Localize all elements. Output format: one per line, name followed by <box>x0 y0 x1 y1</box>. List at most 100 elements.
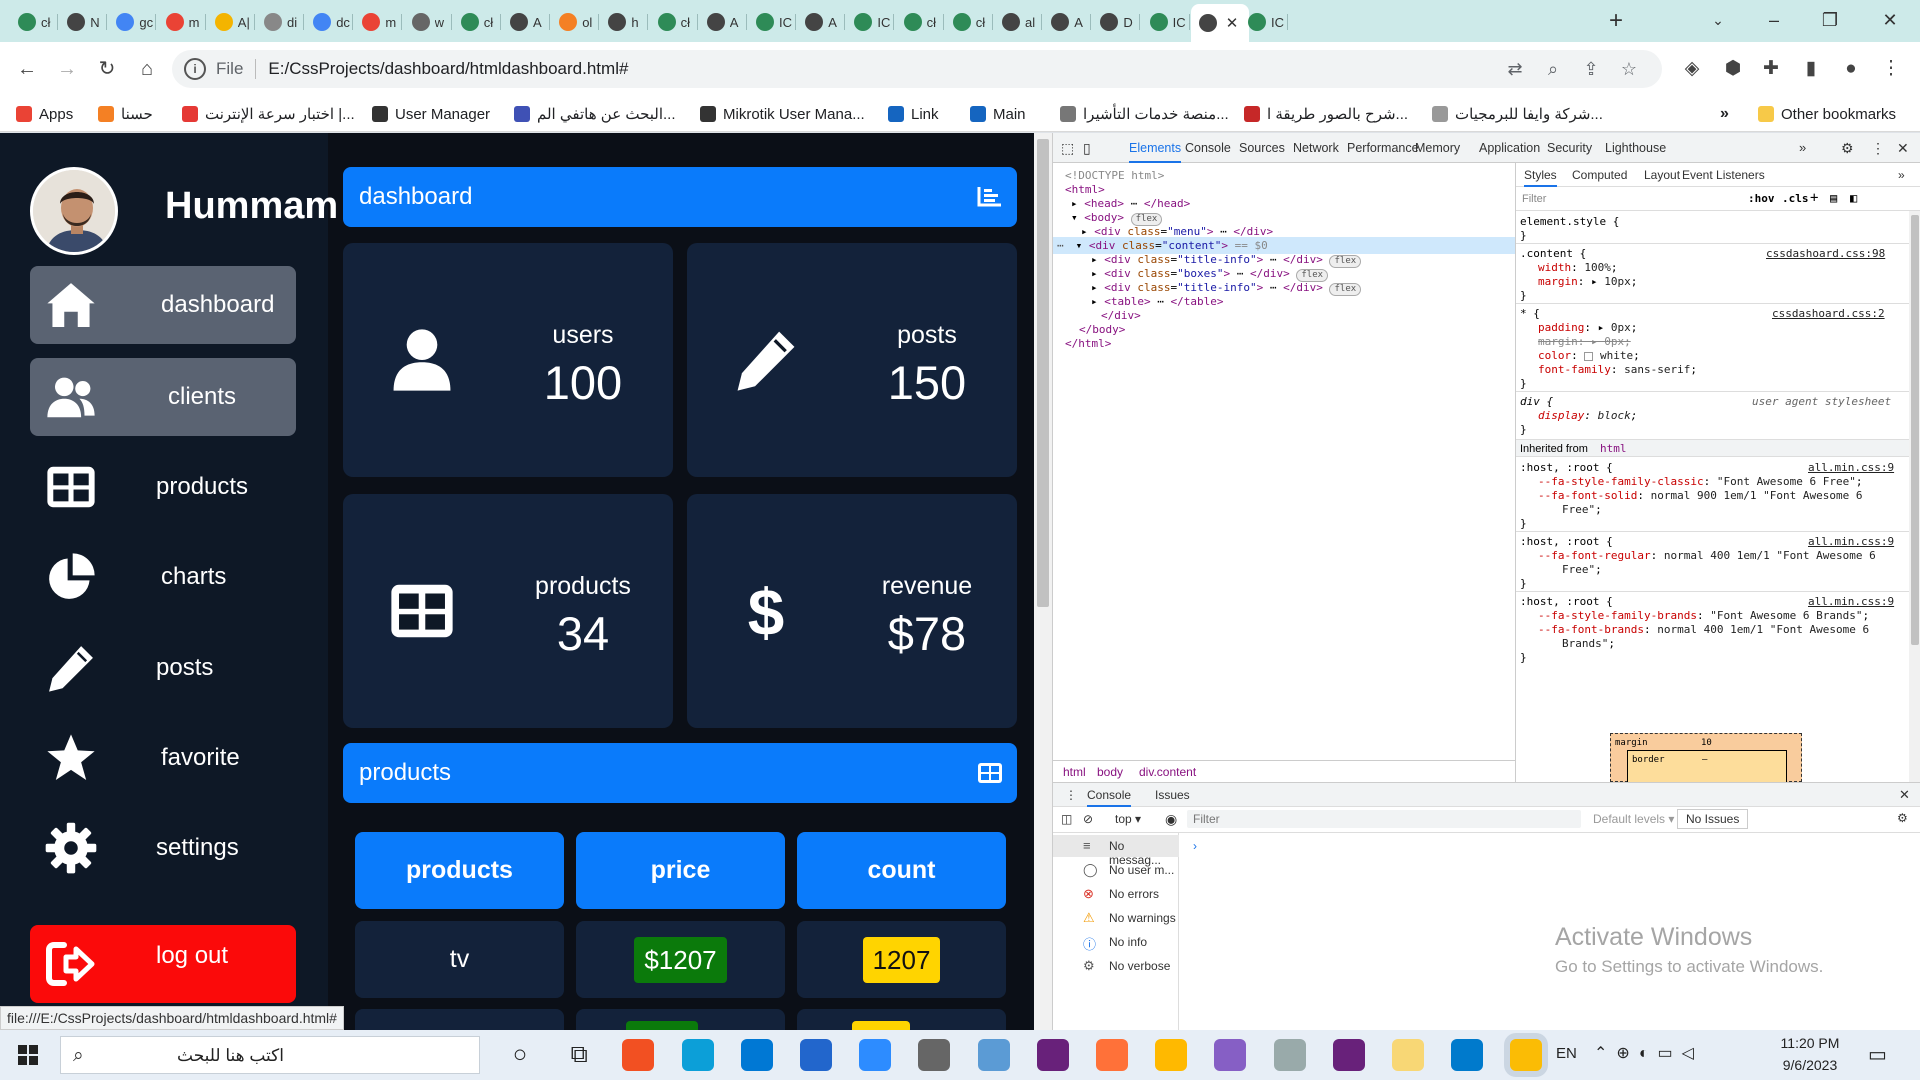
console-filter-item[interactable]: ◯ No user m... <box>1053 859 1179 881</box>
devtools-tab-lighthouse[interactable]: Lighthouse <box>1605 133 1666 163</box>
browser-tab[interactable]: cł <box>896 6 944 38</box>
input-language[interactable]: EN <box>1556 1045 1577 1062</box>
scrollbar-thumb[interactable] <box>1037 139 1049 607</box>
bookmark-item[interactable]: اختبار سرعة الإنترنت |... <box>182 103 355 125</box>
reload-button[interactable]: ↻ <box>90 52 124 86</box>
cortana-icon[interactable]: ○ <box>504 1039 536 1071</box>
close-window-button[interactable]: ✕ <box>1862 0 1918 40</box>
breadcrumb-item[interactable]: div.content <box>1139 761 1196 783</box>
forward-button[interactable]: → <box>50 52 84 86</box>
3d-viewer-icon[interactable] <box>977 1039 1010 1071</box>
devtools-close-icon[interactable]: ✕ <box>1897 133 1909 163</box>
bookmark-item[interactable]: حسنا <box>98 103 153 125</box>
browser-tab[interactable]: ol <box>551 6 600 38</box>
css-property[interactable]: margin: ▸ 10px; <box>1538 275 1637 289</box>
browser-tab[interactable]: w <box>404 6 452 38</box>
breadcrumb-item[interactable]: html <box>1063 761 1086 783</box>
settings-gear-icon[interactable]: ⚙ <box>1841 133 1854 163</box>
address-bar[interactable]: i File E:/CssProjects/dashboard/htmldash… <box>172 50 1662 88</box>
browser-tab[interactable]: IC <box>1240 6 1288 38</box>
sidebar-item-clients[interactable]: clients <box>30 358 296 436</box>
browser-tab[interactable]: cł <box>453 6 501 38</box>
sidebar-item-charts[interactable]: charts <box>30 538 296 616</box>
css-variable[interactable]: --fa-style-family-classic: "Font Awesome… <box>1538 475 1863 489</box>
console-filter-item[interactable]: ⚠ No warnings <box>1053 907 1179 929</box>
rule-source-link[interactable]: all.min.css:9 <box>1808 535 1894 549</box>
styles-subtab[interactable]: Event Listeners <box>1682 163 1765 187</box>
browser-tab[interactable]: m <box>354 6 403 38</box>
sidebar-item-dashboard[interactable]: dashboard <box>30 266 296 344</box>
css-property[interactable]: padding: ▸ 0px; <box>1538 321 1637 335</box>
bookmark-item[interactable]: البحث عن هاتفي الم... <box>514 103 676 125</box>
extension-icon[interactable]: ◈ <box>1677 52 1707 86</box>
console-filter-item[interactable]: ⊗ No errors <box>1053 883 1179 905</box>
extension-badge-icon[interactable]: ⬢ <box>1718 52 1748 86</box>
browser-tab[interactable]: A <box>1043 6 1092 38</box>
browser-tab[interactable]: IC <box>846 6 895 38</box>
devtools-tab-sources[interactable]: Sources <box>1239 133 1285 163</box>
content-rule-selector[interactable]: .content { <box>1520 247 1586 261</box>
live-expression-eye-icon[interactable]: ◉ <box>1165 811 1177 828</box>
styles-subtab[interactable]: Layout <box>1644 163 1680 187</box>
browser-tab[interactable]: D <box>1092 6 1141 38</box>
browser-tab[interactable]: A| <box>207 6 255 38</box>
inherited-element-link[interactable]: html <box>1600 442 1627 456</box>
issues-button[interactable]: No Issues <box>1677 809 1749 829</box>
home-button[interactable]: ⌂ <box>130 52 164 86</box>
element-style-rule[interactable]: element.style { <box>1520 215 1619 229</box>
bookmark-item[interactable]: Link <box>888 103 939 125</box>
table-header[interactable]: products <box>355 832 564 909</box>
phone-icon[interactable] <box>800 1039 832 1071</box>
devtools-tab-security[interactable]: Security <box>1547 133 1592 163</box>
rule-source-link[interactable]: all.min.css:9 <box>1808 461 1894 475</box>
browser-tab[interactable]: A <box>699 6 747 38</box>
more-bookmarks-button[interactable]: » <box>1720 103 1729 125</box>
console-prompt[interactable]: › <box>1193 839 1197 853</box>
css-property[interactable]: font-family: sans-serif; <box>1538 363 1697 377</box>
browser-tab[interactable]: IC <box>1142 6 1190 38</box>
bookmark-item[interactable]: Mikrotik User Mana... <box>700 103 865 125</box>
css-variable[interactable]: --fa-font-regular: normal 400 1em/1 "Fon… <box>1538 549 1876 563</box>
css-property-overridden[interactable]: margin: ▸ 0px; <box>1538 335 1631 349</box>
sidebar-item-posts[interactable]: posts <box>30 629 296 707</box>
minimize-button[interactable]: – <box>1746 0 1802 40</box>
css-property[interactable]: color: white; <box>1538 349 1640 363</box>
share-icon[interactable]: ⇪ <box>1578 56 1604 82</box>
css-variable[interactable]: --fa-style-family-brands: "Font Awesome … <box>1538 609 1869 623</box>
browser-tab[interactable]: al <box>994 6 1042 38</box>
console-filter-item[interactable]: ⓘ No info <box>1053 931 1179 953</box>
logout-button[interactable]: log out <box>30 925 296 1003</box>
devtools-tab-application[interactable]: Application <box>1479 133 1540 163</box>
sidebar-item-favorite[interactable]: favorite <box>30 719 296 797</box>
file-explorer-icon[interactable] <box>1392 1039 1424 1071</box>
new-rule-icon[interactable]: + <box>1810 191 1818 205</box>
console-filter-input[interactable]: Filter <box>1187 810 1581 828</box>
drawer-tab-console[interactable]: Console <box>1087 788 1132 807</box>
info-icon[interactable]: i <box>184 58 206 80</box>
paint-icon[interactable] <box>1155 1039 1188 1071</box>
url-text[interactable]: E:/CssProjects/dashboard/htmldashboard.h… <box>268 59 628 79</box>
console-filter-item[interactable]: ⚙ No verbose <box>1053 955 1179 977</box>
root-rule-selector[interactable]: :host, :root { <box>1520 461 1613 475</box>
clear-console-icon[interactable]: ⊘ <box>1083 812 1093 826</box>
rule-source-link[interactable]: cssdashoard.css:98 <box>1766 247 1885 261</box>
devtools-tab-console[interactable]: Console <box>1185 133 1231 163</box>
browser-tab[interactable]: A <box>502 6 550 38</box>
css-variable[interactable]: --fa-font-brands: normal 400 1em/1 "Font… <box>1538 623 1869 637</box>
back-button[interactable]: ← <box>10 52 44 86</box>
rule-source-link[interactable]: cssdashoard.css:2 <box>1772 307 1885 321</box>
browser-tab[interactable]: IC <box>748 6 796 38</box>
mail-icon[interactable] <box>740 1039 773 1071</box>
calculator-icon[interactable] <box>918 1039 951 1071</box>
chrome-icon[interactable] <box>1510 1039 1543 1071</box>
windows-start-icon[interactable] <box>18 1045 38 1065</box>
visual-studio-icon[interactable] <box>1036 1039 1069 1071</box>
context-select[interactable]: top ▾ <box>1115 812 1141 826</box>
css-variable[interactable]: --fa-font-solid: normal 900 1em/1 "Font … <box>1538 489 1863 503</box>
styles-subtab[interactable]: Styles <box>1524 163 1557 187</box>
restore-button[interactable]: ❐ <box>1802 0 1858 40</box>
console-filter-item[interactable]: ≡ No messag... <box>1053 835 1179 867</box>
task-view-icon[interactable]: ⧉ <box>563 1039 595 1071</box>
browser-tab[interactable]: cł <box>10 6 58 38</box>
zoom-icon[interactable] <box>859 1039 892 1071</box>
